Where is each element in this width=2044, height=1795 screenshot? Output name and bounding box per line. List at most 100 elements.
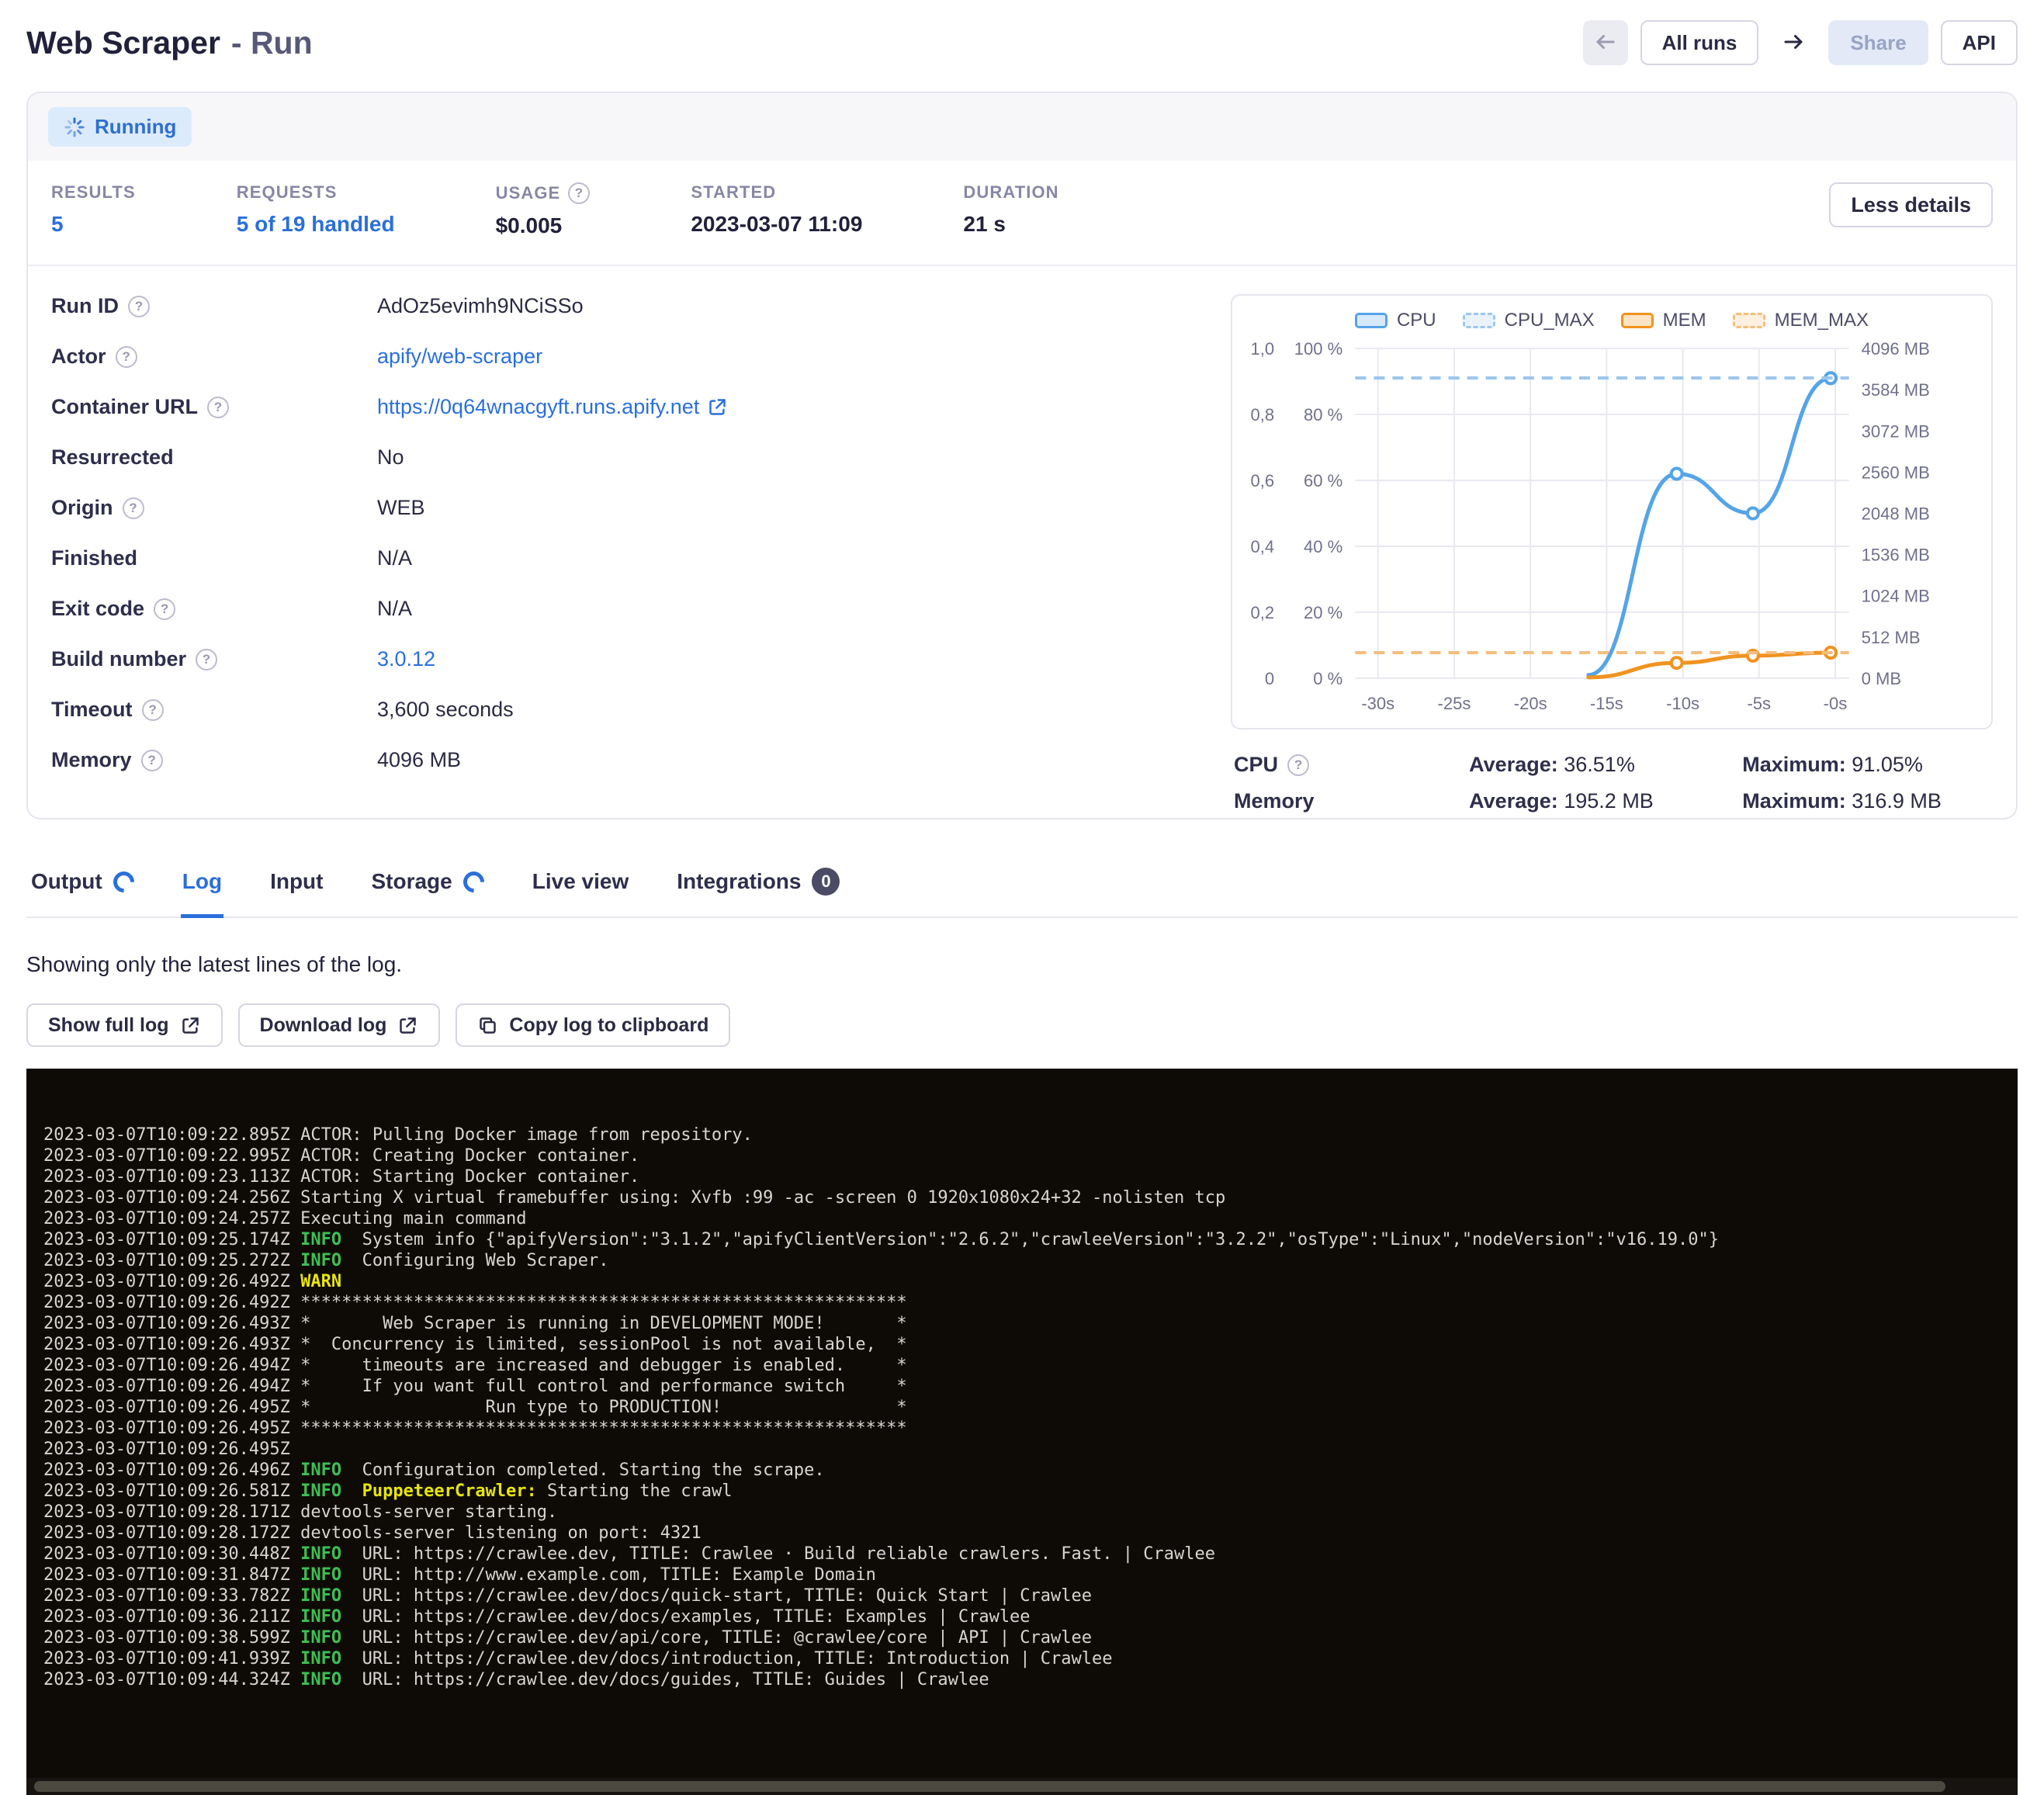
detail-row: FinishedN/A	[51, 546, 1215, 570]
svg-text:60 %: 60 %	[1304, 471, 1342, 490]
help-icon[interactable]	[196, 649, 217, 671]
log-notice: Showing only the latest lines of the log…	[26, 952, 2018, 977]
log-line: 2023-03-07T10:09:36.211Z INFO URL: https…	[43, 1606, 2001, 1627]
help-icon[interactable]	[1287, 754, 1309, 776]
metrics-summary: CPU Average: 36.51% Maximum: 91.05% Memo…	[1231, 753, 1993, 813]
copy-log-button[interactable]: Copy log to clipboard	[456, 1003, 730, 1047]
stat-value[interactable]: 5 of 19 handled	[237, 212, 395, 237]
download-log-button[interactable]: Download log	[238, 1003, 441, 1047]
cpu-memory-chart: 1,00,80,60,40,20100 %80 %60 %40 %20 %0 %…	[1239, 336, 1985, 725]
detail-label: Origin	[51, 496, 377, 520]
svg-text:3584 MB: 3584 MB	[1862, 380, 1930, 400]
log-line: 2023-03-07T10:09:25.174Z INFO System inf…	[43, 1229, 2001, 1250]
detail-link-build-number[interactable]: 3.0.12	[377, 647, 435, 671]
help-icon[interactable]	[116, 346, 137, 368]
running-spinner-icon	[64, 116, 85, 138]
help-icon[interactable]	[207, 397, 229, 418]
log-line: 2023-03-07T10:09:33.782Z INFO URL: https…	[43, 1585, 2001, 1606]
help-icon[interactable]	[568, 182, 590, 204]
detail-value: 3,600 seconds	[377, 698, 514, 722]
external-link-icon	[397, 1015, 418, 1036]
run-details-list: Run IDAdOz5evimh9NCiSSo Actorapify/web-sc…	[51, 294, 1215, 813]
svg-text:1,0: 1,0	[1250, 339, 1274, 359]
detail-row: Run IDAdOz5evimh9NCiSSo	[51, 294, 1215, 318]
log-line: 2023-03-07T10:09:26.492Z ***************…	[43, 1292, 2001, 1313]
legend-swatch	[1733, 313, 1765, 328]
help-icon[interactable]	[154, 598, 175, 620]
legend-item-cpu-max: CPU_MAX	[1463, 310, 1595, 331]
show-full-log-button[interactable]: Show full log	[26, 1003, 223, 1047]
tab-input[interactable]: Input	[268, 863, 324, 918]
legend-swatch	[1355, 313, 1387, 328]
detail-label: Actor	[51, 345, 377, 369]
detail-label: Timeout	[51, 698, 377, 722]
metrics-panel: CPUCPU_MAXMEMMEM_MAX 1,00,80,60,40,20100…	[1231, 294, 1993, 813]
log-line: 2023-03-07T10:09:41.939Z INFO URL: https…	[43, 1648, 2001, 1669]
share-button[interactable]: Share	[1828, 20, 1928, 65]
log-line: 2023-03-07T10:09:31.847Z INFO URL: http:…	[43, 1565, 2001, 1585]
log-line: 2023-03-07T10:09:26.494Z * timeouts are …	[43, 1355, 2001, 1376]
all-runs-button[interactable]: All runs	[1640, 20, 1759, 65]
detail-link-actor[interactable]: apify/web-scraper	[377, 345, 542, 369]
stat-requests: REQUESTS5 of 19 handled	[237, 182, 395, 238]
memory-maximum: Maximum: 316.9 MB	[1742, 789, 1993, 813]
memory-metrics-label: Memory	[1234, 789, 1469, 813]
previous-run-button[interactable]	[1583, 20, 1628, 65]
log-line: 2023-03-07T10:09:22.995Z ACTOR: Creating…	[43, 1145, 2001, 1166]
help-icon[interactable]	[142, 699, 164, 721]
legend-label: CPU_MAX	[1505, 310, 1595, 331]
help-icon[interactable]	[123, 497, 144, 519]
cpu-maximum: Maximum: 91.05%	[1742, 753, 1993, 777]
log-line: 2023-03-07T10:09:26.495Z	[43, 1439, 2001, 1460]
svg-text:0 MB: 0 MB	[1862, 669, 1901, 688]
detail-value: WEB	[377, 496, 425, 520]
topbar-actions: All runs Share API	[1583, 20, 2018, 65]
stat-value[interactable]: 5	[51, 212, 136, 237]
log-terminal[interactable]: 2023-03-07T10:09:22.895Z ACTOR: Pulling …	[26, 1069, 2018, 1795]
run-page: Web Scraper - Run All runs Share API	[0, 0, 2044, 1795]
detail-value: N/A	[377, 597, 412, 621]
tab-live-view[interactable]: Live view	[531, 863, 631, 918]
next-run-button[interactable]	[1771, 20, 1816, 65]
log-line: 2023-03-07T10:09:26.493Z * Web Scraper i…	[43, 1313, 2001, 1334]
stat-label: RESULTS	[51, 182, 136, 203]
svg-text:0,4: 0,4	[1250, 537, 1274, 556]
run-card: Running RESULTS 5 REQUESTS5 of 19 handled U…	[26, 92, 2018, 820]
stat-results: RESULTS 5	[51, 182, 136, 238]
svg-text:0: 0	[1265, 669, 1274, 688]
tab-log[interactable]: Log	[181, 863, 223, 918]
tab-integrations[interactable]: Integrations0	[675, 863, 841, 918]
cpu-label: CPU	[1234, 753, 1278, 777]
detail-link-container-url[interactable]: https://0q64wnacgyft.runs.apify.net	[377, 395, 728, 419]
horizontal-scrollbar[interactable]	[26, 1778, 2018, 1795]
svg-text:1536 MB: 1536 MB	[1862, 546, 1930, 565]
tab-storage[interactable]: Storage	[369, 863, 485, 918]
tab-output[interactable]: Output	[29, 863, 136, 918]
chart-legend: CPUCPU_MAXMEMMEM_MAX	[1239, 310, 1985, 331]
log-line: 2023-03-07T10:09:26.494Z * If you want f…	[43, 1376, 2001, 1397]
page-title: Web Scraper - Run	[26, 25, 313, 61]
status-badge-label: Running	[95, 115, 176, 139]
less-details-button[interactable]: Less details	[1829, 182, 1993, 227]
api-button[interactable]: API	[1941, 20, 2018, 65]
scrollbar-thumb[interactable]	[34, 1781, 1945, 1792]
log-line: 2023-03-07T10:09:24.257Z Executing main …	[43, 1208, 2001, 1229]
help-icon[interactable]	[128, 296, 150, 317]
stat-usage: USAGE$0.005	[496, 182, 591, 238]
log-line: 2023-03-07T10:09:23.113Z ACTOR: Starting…	[43, 1166, 2001, 1187]
log-line: 2023-03-07T10:09:30.448Z INFO URL: https…	[43, 1544, 2001, 1565]
page-header: Web Scraper - Run All runs Share API	[26, 20, 2018, 65]
stat-duration: DURATION21 s	[963, 182, 1058, 238]
svg-text:-20s: -20s	[1514, 694, 1547, 713]
detail-label: Finished	[51, 546, 377, 570]
svg-text:0 %: 0 %	[1313, 669, 1342, 688]
help-icon[interactable]	[141, 750, 163, 771]
external-link-icon	[707, 397, 728, 418]
run-tabs: Output Log Input Storage Live view Integratio…	[26, 863, 2018, 918]
run-subtitle: - Run	[231, 25, 313, 61]
tab-label: Log	[182, 869, 222, 894]
stat-label: USAGE	[496, 182, 591, 204]
stat-started: STARTED2023-03-07 11:09	[691, 182, 862, 238]
tab-label: Live view	[532, 869, 629, 894]
detail-label: Build number	[51, 647, 377, 671]
